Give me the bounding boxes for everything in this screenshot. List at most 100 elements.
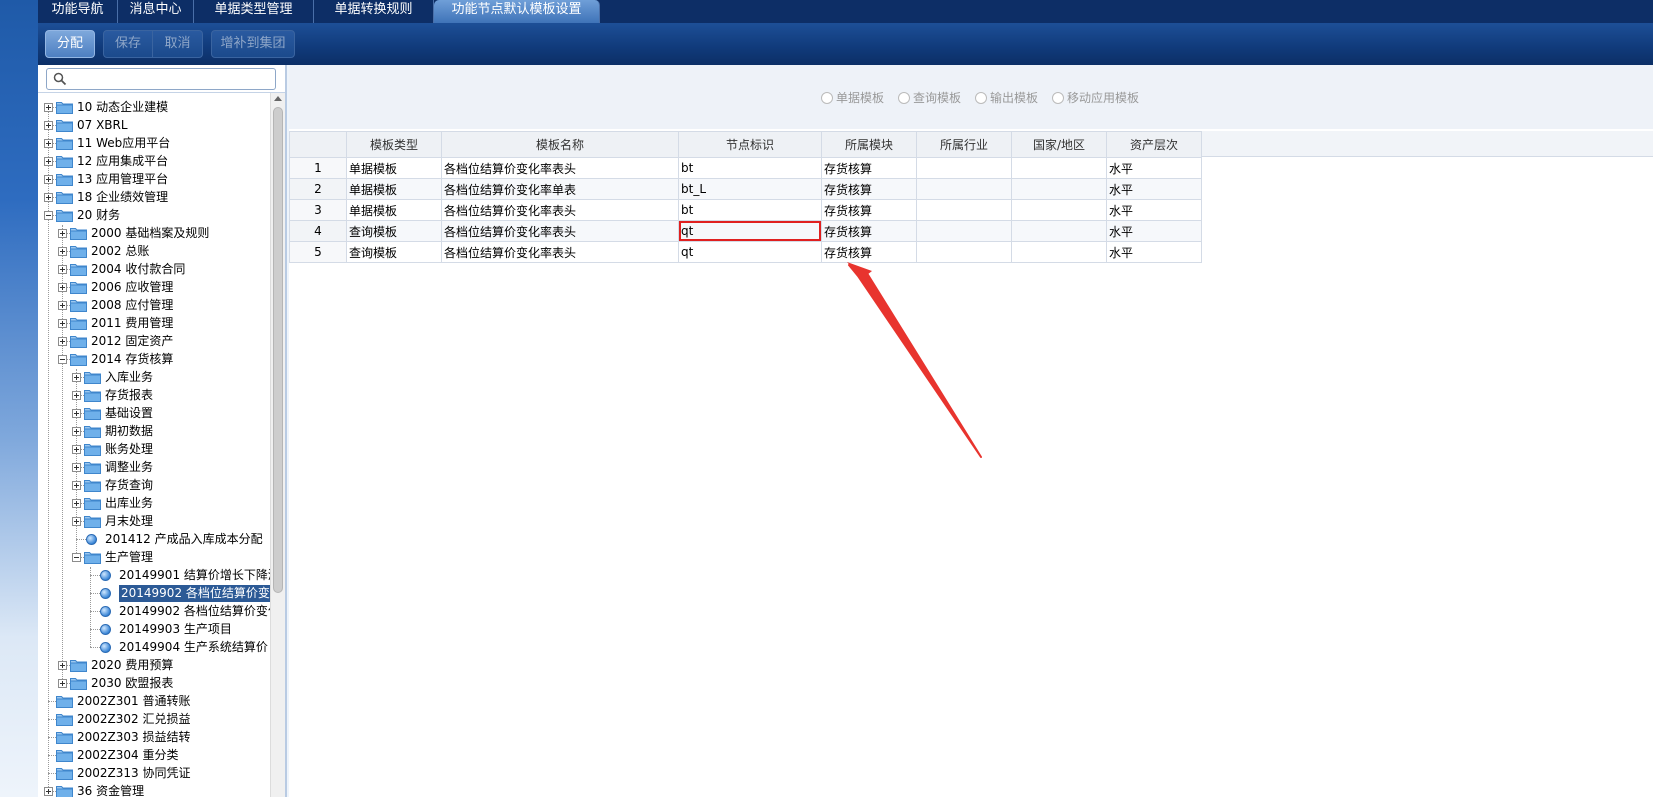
collapse-icon[interactable] xyxy=(44,211,53,220)
tree-folder-node[interactable]: 20 财务 xyxy=(38,207,270,224)
tree-folder-node[interactable]: 调整业务 xyxy=(38,459,270,476)
cell-node-id[interactable]: qt xyxy=(678,220,822,242)
tree-folder-node[interactable]: 2011 费用管理 xyxy=(38,315,270,332)
tree-folder-node[interactable]: 2014 存货核算 xyxy=(38,351,270,368)
cell-country[interactable] xyxy=(1011,241,1107,263)
tab-default-template-setting[interactable]: 功能节点默认模板设置 xyxy=(434,0,600,23)
collapse-icon[interactable] xyxy=(58,355,67,364)
expand-icon[interactable] xyxy=(44,121,53,130)
expand-icon[interactable] xyxy=(58,247,67,256)
tree-folder-node[interactable]: 存货查询 xyxy=(38,477,270,494)
cell-industry[interactable] xyxy=(916,220,1012,242)
collapse-icon[interactable] xyxy=(72,553,81,562)
tree-folder-node[interactable]: 2030 欧盟报表 xyxy=(38,675,270,692)
cell-template-type[interactable]: 单据模板 xyxy=(346,199,442,221)
tree-folder-node[interactable]: 18 企业绩效管理 xyxy=(38,189,270,206)
expand-icon[interactable] xyxy=(58,319,67,328)
row-number[interactable]: 1 xyxy=(289,157,347,179)
col-header-asset-level[interactable]: 资产层次 xyxy=(1106,131,1202,158)
cell-template-type[interactable]: 查询模板 xyxy=(346,220,442,242)
cell-template-name[interactable]: 各档位结算价变化率表头 xyxy=(441,199,679,221)
assign-button[interactable]: 分配 xyxy=(45,30,95,58)
expand-icon[interactable] xyxy=(44,139,53,148)
tree-leaf-node[interactable]: 20149902 各档位结算价变化率 xyxy=(38,585,285,602)
cell-asset-level[interactable]: 水平 xyxy=(1106,199,1202,221)
tree-folder-node[interactable]: 入库业务 xyxy=(38,369,270,386)
tree-folder-node[interactable]: 月末处理 xyxy=(38,513,270,530)
tree-folder-node[interactable]: 2000 基础档案及规则 xyxy=(38,225,270,242)
cell-node-id[interactable]: qt xyxy=(678,241,822,263)
expand-icon[interactable] xyxy=(58,229,67,238)
cell-template-name[interactable]: 各档位结算价变化率单表 xyxy=(441,178,679,200)
tree-leaf-node[interactable]: 20149903 生产项目 xyxy=(38,621,270,638)
tree-folder-node[interactable]: 出库业务 xyxy=(38,495,270,512)
row-number[interactable]: 3 xyxy=(289,199,347,221)
tree-folder-node[interactable]: 2008 应付管理 xyxy=(38,297,270,314)
tree-folder-node[interactable]: 账务处理 xyxy=(38,441,270,458)
tree-folder-node[interactable]: 期初数据 xyxy=(38,423,270,440)
tree-folder-node[interactable]: 基础设置 xyxy=(38,405,270,422)
cell-country[interactable] xyxy=(1011,199,1107,221)
expand-icon[interactable] xyxy=(58,661,67,670)
expand-icon[interactable] xyxy=(72,409,81,418)
tree-folder-node[interactable]: 12 应用集成平台 xyxy=(38,153,270,170)
col-header-template-type[interactable]: 模板类型 xyxy=(346,131,442,158)
tree-folder-node[interactable]: 13 应用管理平台 xyxy=(38,171,270,188)
expand-icon[interactable] xyxy=(72,427,81,436)
cell-industry[interactable] xyxy=(916,241,1012,263)
expand-icon[interactable] xyxy=(58,265,67,274)
tree-folder-node[interactable]: 36 资金管理 xyxy=(38,783,270,797)
tree-folder-node[interactable]: 2002Z313 协同凭证 xyxy=(38,765,270,782)
tab-message-center[interactable]: 消息中心 xyxy=(118,0,194,23)
search-input[interactable] xyxy=(71,70,271,88)
cell-module[interactable]: 存货核算 xyxy=(821,178,917,200)
expand-icon[interactable] xyxy=(72,463,81,472)
expand-icon[interactable] xyxy=(44,787,53,796)
tree-folder-node[interactable]: 生产管理 xyxy=(38,549,270,566)
tree-scrollbar[interactable] xyxy=(270,93,285,797)
row-number[interactable]: 5 xyxy=(289,241,347,263)
cancel-button[interactable]: 取消 xyxy=(153,30,203,58)
cell-module[interactable]: 存货核算 xyxy=(821,199,917,221)
tab-function-nav[interactable]: 功能导航 xyxy=(38,0,118,23)
supplement-to-group-button[interactable]: 增补到集团 xyxy=(211,30,295,58)
tree-folder-node[interactable]: 2004 收付款合同 xyxy=(38,261,270,278)
cell-industry[interactable] xyxy=(916,157,1012,179)
expand-icon[interactable] xyxy=(58,337,67,346)
cell-module[interactable]: 存货核算 xyxy=(821,220,917,242)
tree-folder-node[interactable]: 2006 应收管理 xyxy=(38,279,270,296)
expand-icon[interactable] xyxy=(72,391,81,400)
tree-folder-node[interactable]: 2002Z302 汇兑损益 xyxy=(38,711,270,728)
tree-leaf-node[interactable]: 20149901 结算价增长下降测算 xyxy=(38,567,285,584)
cell-template-type[interactable]: 查询模板 xyxy=(346,241,442,263)
tree-folder-node[interactable]: 2012 固定资产 xyxy=(38,333,270,350)
cell-asset-level[interactable]: 水平 xyxy=(1106,178,1202,200)
cell-template-name[interactable]: 各档位结算价变化率表头 xyxy=(441,241,679,263)
cell-industry[interactable] xyxy=(916,199,1012,221)
scroll-up-arrow-icon[interactable] xyxy=(274,96,282,101)
table-row[interactable]: 3 单据模板 各档位结算价变化率表头 bt 存货核算 水平 xyxy=(289,199,1202,221)
cell-asset-level[interactable]: 水平 xyxy=(1106,220,1202,242)
cell-country[interactable] xyxy=(1011,220,1107,242)
cell-industry[interactable] xyxy=(916,178,1012,200)
scrollbar-thumb[interactable] xyxy=(273,107,283,593)
save-button[interactable]: 保存 xyxy=(103,30,153,58)
expand-icon[interactable] xyxy=(44,157,53,166)
tree-folder-node[interactable]: 存货报表 xyxy=(38,387,270,404)
col-header-node-id[interactable]: 节点标识 xyxy=(678,131,822,158)
expand-icon[interactable] xyxy=(72,445,81,454)
tree-folder-node[interactable]: 2002Z303 损益结转 xyxy=(38,729,270,746)
cell-template-name[interactable]: 各档位结算价变化率表头 xyxy=(441,220,679,242)
cell-template-name[interactable]: 各档位结算价变化率表头 xyxy=(441,157,679,179)
expand-icon[interactable] xyxy=(58,301,67,310)
cell-asset-level[interactable]: 水平 xyxy=(1106,241,1202,263)
tree-leaf-node[interactable]: 20149902 各档位结算价变化率 xyxy=(38,603,285,620)
tab-doc-type-mgmt[interactable]: 单据类型管理 xyxy=(194,0,314,23)
col-header-module[interactable]: 所属模块 xyxy=(821,131,917,158)
row-number[interactable]: 2 xyxy=(289,178,347,200)
tree-folder-node[interactable]: 10 动态企业建模 xyxy=(38,99,270,116)
expand-icon[interactable] xyxy=(44,193,53,202)
table-row[interactable]: 4 查询模板 各档位结算价变化率表头 qt 存货核算 水平 xyxy=(289,220,1202,242)
table-row[interactable]: 1 单据模板 各档位结算价变化率表头 bt 存货核算 水平 xyxy=(289,157,1202,179)
tree-folder-node[interactable]: 2002 总账 xyxy=(38,243,270,260)
